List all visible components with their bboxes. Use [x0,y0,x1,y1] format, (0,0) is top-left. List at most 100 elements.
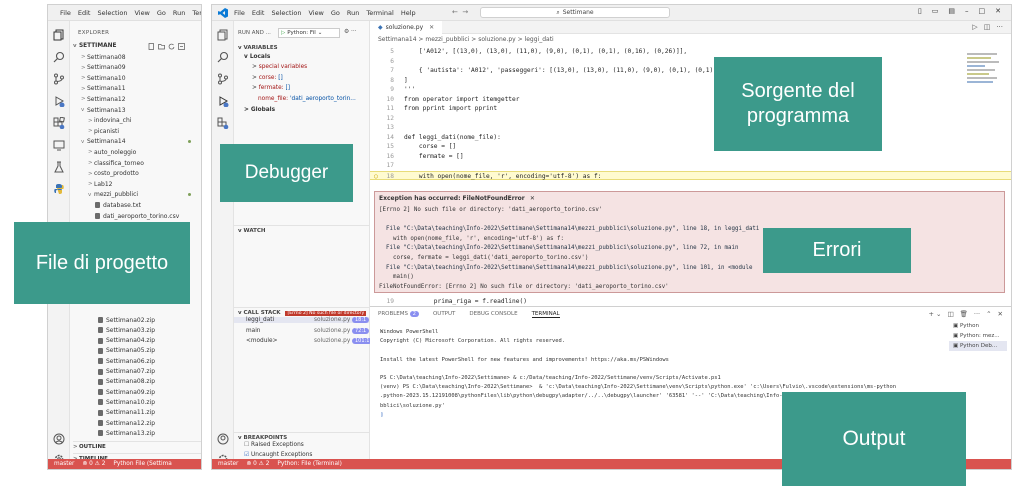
tree-item[interactable]: > picanisti [70,126,201,136]
status-interpreter[interactable]: Python File (Settima [113,461,171,467]
files-icon[interactable] [53,29,65,41]
layout-split-icon[interactable]: ▤ [948,7,955,15]
breakpoint-option[interactable]: ☑ Uncaught Exceptions [244,452,312,458]
code-line[interactable]: 6 [370,57,1011,67]
source-control-icon[interactable] [53,73,65,85]
callstack-frame[interactable]: <module> soluzione.py 101:1 [234,338,373,344]
variables-section[interactable]: v VARIABLES [238,45,278,51]
extensions-icon[interactable] [217,117,229,129]
split-editor-icon[interactable]: ◫ [984,23,991,31]
tree-item[interactable]: > Settimana09 [70,63,201,73]
variable-row[interactable]: > special variables [252,64,307,70]
status-problems[interactable]: ⊗ 0 ⚠ 2 [246,461,269,467]
menu-item-run[interactable]: Run [173,9,185,17]
tree-item[interactable]: > Settimana12 [70,94,201,104]
collapse-all-icon[interactable] [178,43,185,50]
menu-item-file[interactable]: File [60,9,71,17]
menu-item-view[interactable]: View [308,9,323,17]
status-branch[interactable]: master [54,461,74,467]
status-problems[interactable]: ⊗ 0 ⚠ 2 [82,461,105,467]
status-debug-config[interactable]: Python: File (Terminal) [277,461,341,467]
tree-item[interactable]: database.txt [70,200,201,210]
account-icon[interactable] [217,433,229,445]
tab-terminal[interactable]: TERMINAL [531,311,560,318]
run-file-icon[interactable]: ▷ [972,23,977,31]
source-control-icon[interactable] [217,73,229,85]
kill-terminal-icon[interactable]: 🗑 [960,310,968,318]
code-line[interactable]: 5 ['A012', [(13,0), (13,0), (11,0), (9,0… [370,47,1011,57]
close-tab-icon[interactable]: ✕ [429,24,434,31]
close-icon[interactable]: ✕ [995,7,1001,15]
breadcrumb[interactable]: Settimana14 > mezzi_pubblici > soluzione… [378,36,554,43]
tree-item[interactable]: > classifica_torneo [70,158,201,168]
checkbox-icon[interactable]: ☐ [244,442,251,448]
zip-file-item[interactable]: Settimana07.zip [70,367,201,377]
zip-file-item[interactable]: Settimana09.zip [70,387,201,397]
status-branch[interactable]: master [218,461,238,467]
tree-item[interactable]: > indovina_chi [70,116,201,126]
menu-item-terminal[interactable]: Terminal [366,9,393,17]
zip-file-item[interactable]: Settimana13.zip [70,428,201,438]
terminal-list-item[interactable]: ▣ Python Deb... [949,341,1007,351]
python-icon[interactable] [53,183,65,195]
tab-soluzione[interactable]: ◆ soluzione.py ✕ [370,21,442,34]
menu-item-file[interactable]: File [234,9,245,17]
minimap[interactable] [967,51,1003,131]
new-folder-icon[interactable] [158,43,165,50]
nav-back-forward[interactable]: ← → [452,8,468,16]
close-panel-icon[interactable]: ✕ [998,310,1003,318]
code-line[interactable]: 12 [370,114,1011,124]
menu-item-selection[interactable]: Selection [97,9,127,17]
refresh-icon[interactable] [168,43,175,50]
terminal-list-item[interactable]: ▣ Python [949,321,1007,331]
zip-file-item[interactable]: Settimana03.zip [70,325,201,335]
terminal-list-item[interactable]: ▣ Python: mez... [949,331,1007,341]
command-center-search[interactable]: ⌕ Settimane [480,7,670,18]
tree-item[interactable]: > auto_noleggio [70,147,201,157]
code-line[interactable]: 18 with open(nome_file, 'r', encoding='u… [370,170,1011,180]
menu-item-edit[interactable]: Edit [78,9,91,17]
zip-file-item[interactable]: Settimana02.zip [70,315,201,325]
code-line[interactable]: 7 { 'autista': 'A012', 'passeggeri': [(1… [370,66,1011,76]
tab-problems[interactable]: PROBLEMS 2 [378,311,419,318]
search-icon[interactable] [53,51,65,63]
zip-file-item[interactable]: Settimana05.zip [70,346,201,356]
code-line[interactable]: 17 [370,161,1011,171]
search-icon[interactable] [217,51,229,63]
maximize-icon[interactable]: □ [979,7,986,15]
variable-row[interactable]: > corse: [] [252,75,283,81]
menu-item-selection[interactable]: Selection [271,9,301,17]
locals-scope[interactable]: v Locals [244,54,270,60]
menu-item-edit[interactable]: Edit [252,9,265,17]
zip-file-item[interactable]: Settimana06.zip [70,356,201,366]
tree-item[interactable]: v Settimana14 [70,137,201,147]
callstack-frame[interactable]: main soluzione.py 72:1 [234,327,370,334]
tree-item[interactable]: dati_aeroporto_torino.csv [70,211,201,221]
code-line[interactable]: 13 [370,123,1011,133]
extensions-icon[interactable] [53,117,65,129]
zip-file-item[interactable]: Settimana10.zip [70,397,201,407]
zip-file-item[interactable]: Settimana04.zip [70,336,201,346]
split-terminal-icon[interactable]: ◫ [947,310,953,318]
tree-item[interactable]: v mezzi_pubblici [70,190,201,200]
more-actions-icon[interactable]: ··· [974,310,980,318]
code-line[interactable]: 14 def leggi_dati(nome_file): [370,133,1011,143]
callstack-section[interactable]: v CALL STACK [Errno 2] No such file or d… [234,307,369,316]
debug-config-select[interactable]: ▷ Python: Fil ⌄ [278,28,340,38]
tree-item[interactable]: > Settimana11 [70,84,201,94]
run-debug-icon[interactable] [53,95,65,107]
debug-settings-icon[interactable]: ⚙ ··· [344,29,357,35]
account-icon[interactable] [53,433,65,445]
tree-item[interactable]: > costo_prodotto [70,169,201,179]
code-line[interactable]: 15 corse = [] [370,142,1011,152]
menu-item-run[interactable]: Run [347,9,359,17]
tree-item[interactable]: v Settimana13 [70,105,201,115]
layout-panel-icon[interactable]: ▭ [932,7,939,15]
menu-item-ter[interactable]: Ter [192,9,201,17]
callstack-frame[interactable]: leggi_dati soluzione.py 18:1 [234,317,370,323]
variable-row[interactable]: nome_file: 'dati_aeroporto_torin... [258,96,356,102]
menu-item-view[interactable]: View [134,9,149,17]
maximize-panel-icon[interactable]: ⌃ [986,310,991,318]
tree-item[interactable]: > Lab12 [70,179,201,189]
code-line[interactable]: 11 from pprint import pprint [370,104,1011,114]
